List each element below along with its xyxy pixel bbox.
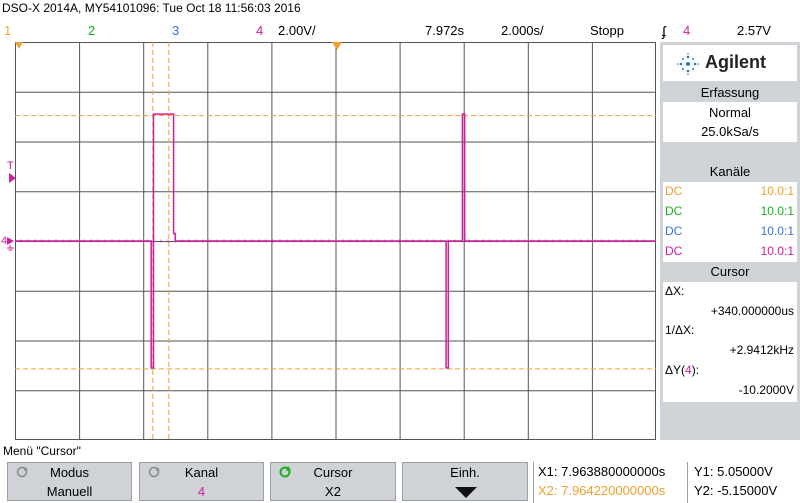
time-ref-marker-icon [15, 42, 23, 49]
menu-title: Menü "Cursor" [3, 444, 81, 458]
acquisition-heading: Erfassung [663, 84, 797, 102]
trigger-level-marker: T [7, 160, 14, 172]
trigger-edge-icon: ʄ [662, 23, 666, 39]
y2-readout: Y2: -5.15000V [694, 483, 778, 498]
submenu-arrow-icon [455, 487, 477, 498]
vertical-scale: 2.00V/ [278, 23, 316, 38]
brand-name: Agilent [705, 52, 766, 72]
cursor-readout: X1: 7.963880000000s Y1: 5.05000V X2: 7.9… [533, 462, 800, 503]
cursor-heading: Cursor [663, 263, 797, 281]
x1-readout: X1: 7.963880000000s [538, 464, 666, 479]
instrument-title: DSO-X 2014A, MY54101096: Tue Oct 18 11:5… [2, 1, 301, 15]
sidebar-panel: Agilent Erfassung Normal 25.0kSa/s Kanäl… [660, 42, 800, 440]
channel-status-bar: 1 2 3 4 2.00V/ 7.972s 2.000s/ Stopp ʄ 4 … [0, 20, 771, 42]
delta-x-value: +340.000000us [710, 304, 794, 318]
acquisition-mode: Normal [709, 105, 751, 120]
channel-4-label[interactable]: 4 [256, 23, 263, 38]
sample-rate: 25.0kSa/s [701, 124, 759, 139]
x2-readout: X2: 7.964220000000s [538, 483, 666, 498]
y1-readout: Y1: 5.05000V [694, 464, 773, 479]
softkey-mode[interactable]: Modus Manuell [7, 462, 132, 501]
timebase: 2.000s/ [501, 23, 544, 38]
delta-y-value: -10.2000V [738, 383, 794, 397]
softkey-units[interactable]: Einh. [402, 462, 528, 501]
ground-icon [7, 237, 14, 251]
time-position: 7.972s [425, 23, 465, 38]
inverse-delta-x-label: 1/ΔX: [665, 323, 695, 337]
trigger-position-icon [332, 42, 342, 50]
trigger-level: 2.57V [737, 23, 771, 38]
run-state: Stopp [590, 23, 624, 38]
softkey-cursor[interactable]: Cursor X2 [270, 462, 396, 501]
brand-box: Agilent [663, 45, 797, 81]
channel-1-label[interactable]: 1 [4, 23, 11, 38]
trigger-position-markers [15, 42, 342, 50]
inverse-delta-x-value: +2.9412kHz [729, 343, 794, 357]
channels-box: DC 10.0:1 DC 10.0:1 DC 10.0:1 DC 10.0:1 [663, 182, 797, 262]
trigger-channel: 4 [683, 23, 691, 38]
acquisition-box: Normal 25.0kSa/s [663, 102, 797, 142]
channel-3-label[interactable]: 3 [172, 23, 179, 38]
trigger-arrow-icon [9, 173, 16, 183]
cursor-box: ΔX: +340.000000us 1/ΔX: +2.9412kHz ΔY(4)… [663, 282, 797, 402]
channel-2-label[interactable]: 2 [88, 23, 95, 38]
softkey-channel[interactable]: Kanal 4 [139, 462, 264, 501]
channels-heading: Kanäle [663, 163, 797, 181]
delta-y-label: ΔY(4): [665, 363, 700, 377]
delta-x-label: ΔX: [665, 284, 685, 298]
agilent-spark-icon [677, 53, 699, 75]
waveform-display[interactable] [15, 42, 656, 440]
